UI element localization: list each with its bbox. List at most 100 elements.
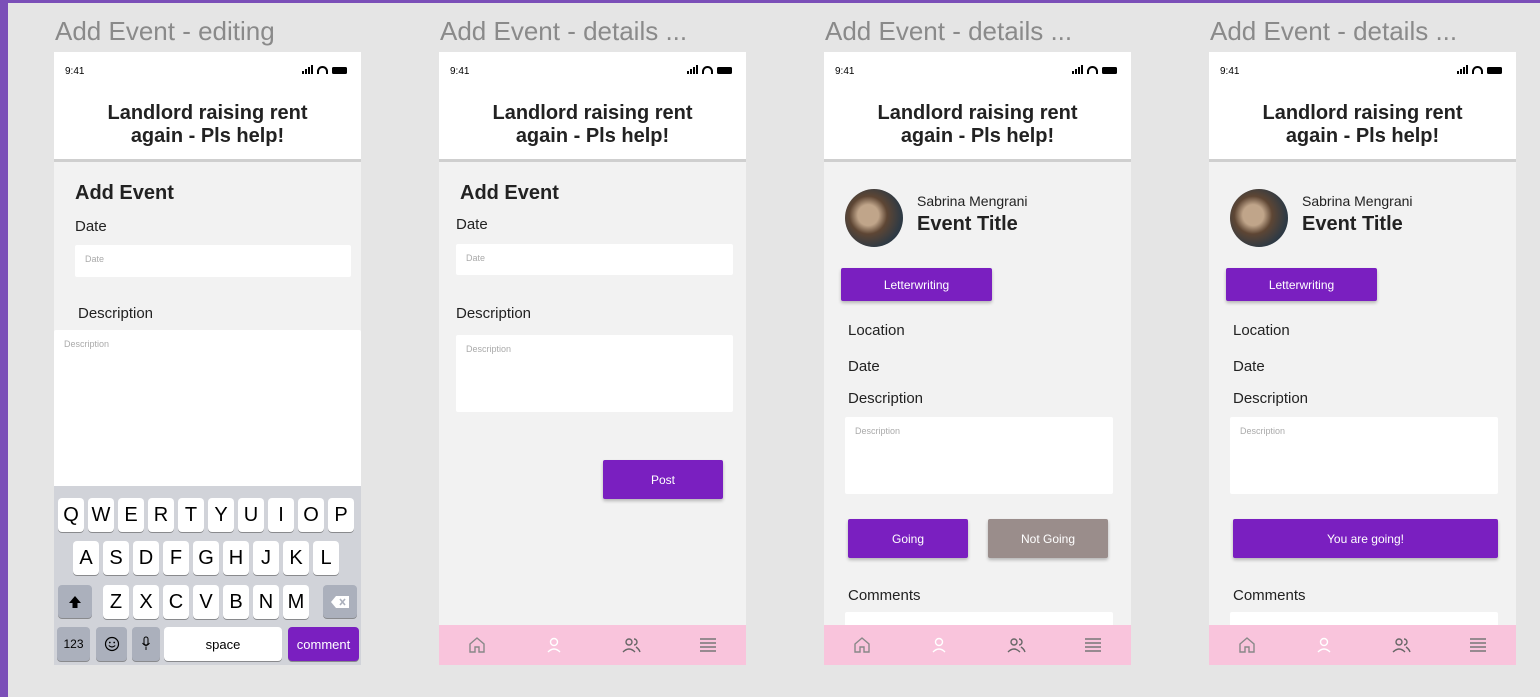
- key-s[interactable]: S: [103, 541, 129, 575]
- you-are-going-button[interactable]: You are going!: [1233, 519, 1498, 558]
- location-label: Location: [848, 322, 905, 339]
- description-label: Description: [1233, 390, 1309, 407]
- key-p[interactable]: P: [328, 498, 354, 532]
- not-going-button[interactable]: Not Going: [988, 519, 1108, 558]
- key-r[interactable]: R: [148, 498, 174, 532]
- status-time: 9:41: [835, 66, 855, 77]
- group-icon[interactable]: [1005, 634, 1027, 656]
- menu-icon[interactable]: [1467, 634, 1489, 656]
- key-a[interactable]: A: [73, 541, 99, 575]
- description-input[interactable]: Description: [456, 335, 733, 412]
- post-title: Landlord raising rent again - Pls help!: [107, 102, 308, 147]
- wifi-icon: [317, 66, 328, 74]
- phone-frame-event-details: 9:41 Landlord raising rent again - Pls h…: [824, 52, 1131, 665]
- space-key[interactable]: space: [164, 627, 282, 661]
- bottom-nav: [439, 625, 746, 665]
- avatar[interactable]: [1230, 189, 1288, 247]
- profile-icon[interactable]: [543, 634, 565, 656]
- menu-icon[interactable]: [697, 634, 719, 656]
- key-w[interactable]: W: [88, 498, 114, 532]
- key-e[interactable]: E: [118, 498, 144, 532]
- signal-icon: [1457, 65, 1468, 74]
- home-icon[interactable]: [1236, 634, 1258, 656]
- backspace-key[interactable]: [323, 585, 357, 618]
- post-header: 9:41 Landlord raising rent again - Pls h…: [54, 52, 361, 162]
- status-icons: [302, 65, 347, 74]
- post-title: Landlord raising rent again - Pls help!: [1262, 102, 1463, 147]
- add-event-heading: Add Event: [75, 182, 174, 204]
- date-input[interactable]: Date: [75, 245, 351, 277]
- home-icon[interactable]: [466, 634, 488, 656]
- profile-icon[interactable]: [928, 634, 950, 656]
- microphone-key[interactable]: [132, 627, 160, 661]
- comment-key[interactable]: comment: [288, 627, 359, 661]
- key-j[interactable]: J: [253, 541, 279, 575]
- key-f[interactable]: F: [163, 541, 189, 575]
- status-icons: [1072, 65, 1117, 74]
- group-icon[interactable]: [620, 634, 642, 656]
- post-title: Landlord raising rent again - Pls help!: [492, 102, 693, 147]
- status-time: 9:41: [1220, 66, 1240, 77]
- description-input[interactable]: Description: [54, 330, 361, 490]
- wifi-icon: [1087, 66, 1098, 74]
- key-t[interactable]: T: [178, 498, 204, 532]
- key-n[interactable]: N: [253, 585, 279, 619]
- tag-letterwriting[interactable]: Letterwriting: [1226, 268, 1377, 301]
- add-event-heading: Add Event: [460, 182, 559, 204]
- date-label: Date: [456, 216, 488, 233]
- post-header: 9:41 Landlord raising rent again - Pls h…: [1209, 52, 1516, 162]
- key-b[interactable]: B: [223, 585, 249, 619]
- key-d[interactable]: D: [133, 541, 159, 575]
- event-title: Event Title: [1302, 213, 1403, 235]
- tag-letterwriting[interactable]: Letterwriting: [841, 268, 992, 301]
- wifi-icon: [1472, 66, 1483, 74]
- canvas-left-border: [0, 0, 8, 697]
- group-icon[interactable]: [1390, 634, 1412, 656]
- key-o[interactable]: O: [298, 498, 324, 532]
- comments-label: Comments: [848, 587, 921, 604]
- key-q[interactable]: Q: [58, 498, 84, 532]
- key-x[interactable]: X: [133, 585, 159, 619]
- status-icons: [687, 65, 732, 74]
- frame-label: Add Event - details ...: [1210, 16, 1458, 46]
- key-m[interactable]: M: [283, 585, 309, 619]
- emoji-icon: [104, 636, 119, 652]
- description-label: Description: [848, 390, 924, 407]
- description-box: Description: [845, 417, 1113, 494]
- event-author: Sabrina Mengrani: [917, 193, 1028, 209]
- phone-frame-you-are-going: 9:41 Landlord raising rent again - Pls h…: [1209, 52, 1516, 665]
- battery-icon: [1102, 67, 1117, 74]
- phone-frame-editing: 9:41 Landlord raising rent again - Pls h…: [54, 52, 361, 665]
- key-c[interactable]: C: [163, 585, 189, 619]
- key-y[interactable]: Y: [208, 498, 234, 532]
- key-v[interactable]: V: [193, 585, 219, 619]
- emoji-key[interactable]: [96, 627, 127, 661]
- menu-icon[interactable]: [1082, 634, 1104, 656]
- numbers-key[interactable]: 123: [57, 627, 90, 661]
- profile-icon[interactable]: [1313, 634, 1335, 656]
- status-time: 9:41: [65, 66, 85, 77]
- key-g[interactable]: G: [193, 541, 219, 575]
- key-i[interactable]: I: [268, 498, 294, 532]
- signal-icon: [302, 65, 313, 74]
- location-label: Location: [1233, 322, 1290, 339]
- frame-label: Add Event - details ...: [825, 16, 1073, 46]
- avatar[interactable]: [845, 189, 903, 247]
- key-h[interactable]: H: [223, 541, 249, 575]
- shift-key[interactable]: [58, 585, 92, 618]
- home-icon[interactable]: [851, 634, 873, 656]
- signal-icon: [1072, 65, 1083, 74]
- key-u[interactable]: U: [238, 498, 264, 532]
- battery-icon: [717, 67, 732, 74]
- frame-label: Add Event - editing: [55, 16, 275, 46]
- battery-icon: [332, 67, 347, 74]
- key-z[interactable]: Z: [103, 585, 129, 619]
- date-input[interactable]: Date: [456, 244, 733, 275]
- post-button[interactable]: Post: [603, 460, 723, 499]
- going-button[interactable]: Going: [848, 519, 968, 558]
- date-label: Date: [848, 358, 880, 375]
- key-k[interactable]: K: [283, 541, 309, 575]
- key-l[interactable]: L: [313, 541, 339, 575]
- description-label: Description: [78, 305, 154, 322]
- bottom-nav: [1209, 625, 1516, 665]
